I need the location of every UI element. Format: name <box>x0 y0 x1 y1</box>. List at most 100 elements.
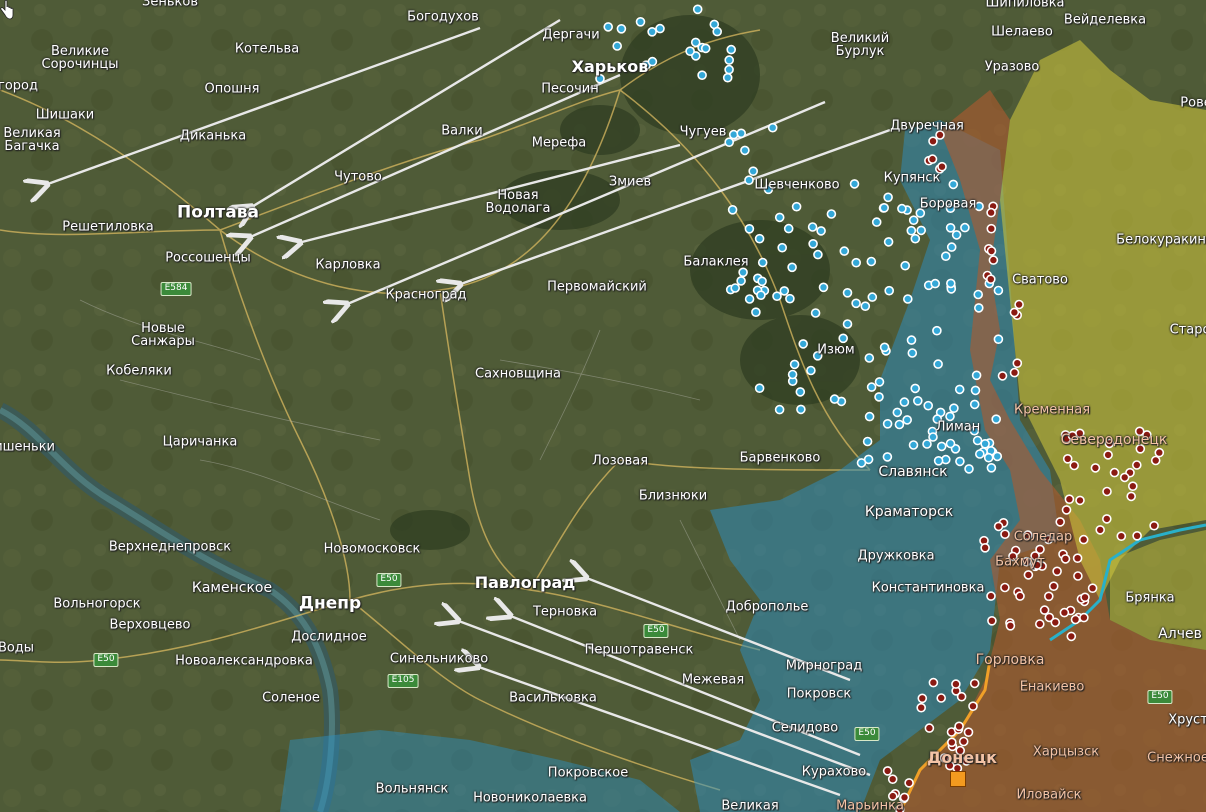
friendly-unit-marker[interactable] <box>992 451 1003 462</box>
friendly-unit-marker[interactable] <box>866 256 877 267</box>
enemy-unit-marker[interactable] <box>924 723 935 733</box>
enemy-unit-marker[interactable] <box>1072 553 1083 564</box>
friendly-unit-marker[interactable] <box>726 44 737 55</box>
friendly-unit-marker[interactable] <box>757 257 768 268</box>
friendly-unit-marker[interactable] <box>864 411 875 422</box>
friendly-unit-marker[interactable] <box>930 278 941 289</box>
enemy-unit-marker[interactable] <box>1061 505 1072 515</box>
enemy-unit-marker[interactable] <box>1102 486 1112 497</box>
friendly-unit-marker[interactable] <box>754 233 765 244</box>
friendly-unit-marker[interactable] <box>783 223 794 234</box>
friendly-unit-marker[interactable] <box>724 55 735 65</box>
friendly-unit-marker[interactable] <box>897 203 907 214</box>
friendly-unit-marker[interactable] <box>916 225 927 236</box>
friendly-unit-marker[interactable] <box>774 404 785 415</box>
enemy-unit-marker[interactable] <box>887 774 898 785</box>
friendly-unit-marker[interactable] <box>923 400 934 411</box>
friendly-unit-marker[interactable] <box>727 205 738 215</box>
enemy-unit-marker[interactable] <box>1050 617 1061 628</box>
friendly-unit-marker[interactable] <box>851 257 862 268</box>
enemy-unit-marker[interactable] <box>1078 534 1089 545</box>
friendly-unit-marker[interactable] <box>826 209 837 219</box>
enemy-unit-marker[interactable] <box>1132 530 1142 541</box>
enemy-unit-marker[interactable] <box>997 371 1008 381</box>
friendly-unit-marker[interactable] <box>700 43 711 54</box>
friendly-unit-marker[interactable] <box>798 339 809 349</box>
friendly-unit-marker[interactable] <box>883 237 894 247</box>
friendly-unit-marker[interactable] <box>973 303 984 313</box>
enemy-unit-marker[interactable] <box>988 255 999 265</box>
friendly-unit-marker[interactable] <box>993 285 1004 296</box>
friendly-unit-marker[interactable] <box>789 359 800 370</box>
friendly-unit-marker[interactable] <box>685 46 695 57</box>
friendly-unit-marker[interactable] <box>867 292 878 302</box>
friendly-unit-marker[interactable] <box>851 298 861 309</box>
friendly-unit-marker[interactable] <box>991 414 1002 425</box>
friendly-unit-marker[interactable] <box>862 436 873 447</box>
friendly-unit-marker[interactable] <box>906 335 917 345</box>
friendly-unit-marker[interactable] <box>882 452 893 462</box>
friendly-unit-marker[interactable] <box>860 301 871 312</box>
enemy-unit-marker[interactable] <box>1149 520 1159 531</box>
friendly-unit-marker[interactable] <box>744 175 754 185</box>
enemy-unit-marker[interactable] <box>986 207 996 218</box>
enemy-unit-marker[interactable] <box>1132 460 1142 470</box>
enemy-unit-marker[interactable] <box>1023 570 1034 580</box>
friendly-unit-marker[interactable] <box>849 179 860 189</box>
enemy-unit-marker[interactable] <box>963 727 974 738</box>
map-view[interactable]: Зеньков Богодухов Дергачи Харьков Велики… <box>0 0 1206 812</box>
friendly-unit-marker[interactable] <box>973 289 984 300</box>
friendly-unit-marker[interactable] <box>983 452 994 463</box>
friendly-unit-marker[interactable] <box>806 365 816 376</box>
enemy-unit-marker[interactable] <box>1126 491 1136 502</box>
friendly-unit-marker[interactable] <box>777 242 788 253</box>
friendly-unit-marker[interactable] <box>892 407 903 418</box>
enemy-unit-marker[interactable] <box>986 246 997 256</box>
friendly-unit-marker[interactable] <box>744 224 755 234</box>
enemy-unit-marker[interactable] <box>1075 495 1085 506</box>
enemy-unit-marker[interactable] <box>1128 481 1138 492</box>
friendly-unit-marker[interactable] <box>712 26 723 37</box>
friendly-unit-marker[interactable] <box>954 384 965 395</box>
enemy-unit-marker[interactable] <box>1103 450 1113 460</box>
enemy-unit-marker[interactable] <box>986 591 996 601</box>
enemy-unit-marker[interactable] <box>904 778 914 788</box>
friendly-unit-marker[interactable] <box>736 128 747 139</box>
enemy-unit-marker[interactable] <box>1154 447 1165 458</box>
enemy-unit-marker[interactable] <box>958 736 969 747</box>
enemy-unit-marker[interactable] <box>1062 453 1073 464</box>
enemy-unit-marker[interactable] <box>916 702 927 713</box>
friendly-unit-marker[interactable] <box>955 456 965 467</box>
friendly-unit-marker[interactable] <box>945 278 956 289</box>
friendly-unit-marker[interactable] <box>842 319 853 329</box>
friendly-unit-marker[interactable] <box>949 403 959 414</box>
enemy-unit-marker[interactable] <box>1000 529 1010 540</box>
enemy-unit-marker[interactable] <box>1048 581 1059 592</box>
enemy-unit-marker[interactable] <box>1039 605 1050 615</box>
friendly-unit-marker[interactable] <box>883 192 893 203</box>
enemy-unit-marker[interactable] <box>1052 566 1062 577</box>
friendly-unit-marker[interactable] <box>751 307 761 318</box>
friendly-unit-marker[interactable] <box>816 226 826 236</box>
friendly-unit-marker[interactable] <box>945 223 956 233</box>
friendly-unit-marker[interactable] <box>866 382 877 392</box>
friendly-unit-marker[interactable] <box>736 276 746 286</box>
enemy-unit-marker[interactable] <box>1035 619 1045 629</box>
enemy-unit-marker[interactable] <box>1073 571 1083 581</box>
enemy-unit-marker[interactable] <box>1005 620 1016 631</box>
friendly-unit-marker[interactable] <box>655 23 665 34</box>
friendly-unit-marker[interactable] <box>772 291 782 302</box>
headquarters-marker[interactable] <box>950 771 966 787</box>
friendly-unit-marker[interactable] <box>894 419 905 430</box>
enemy-unit-marker[interactable] <box>969 678 980 689</box>
friendly-unit-marker[interactable] <box>902 415 913 425</box>
friendly-unit-marker[interactable] <box>874 377 885 387</box>
friendly-unit-marker[interactable] <box>744 294 755 304</box>
friendly-unit-marker[interactable] <box>899 397 910 407</box>
enemy-unit-marker[interactable] <box>882 766 893 776</box>
enemy-unit-marker[interactable] <box>968 701 978 712</box>
enemy-unit-marker[interactable] <box>1055 517 1065 527</box>
friendly-unit-marker[interactable] <box>787 262 797 273</box>
enemy-unit-marker[interactable] <box>1012 358 1023 369</box>
friendly-unit-marker[interactable] <box>603 22 614 32</box>
